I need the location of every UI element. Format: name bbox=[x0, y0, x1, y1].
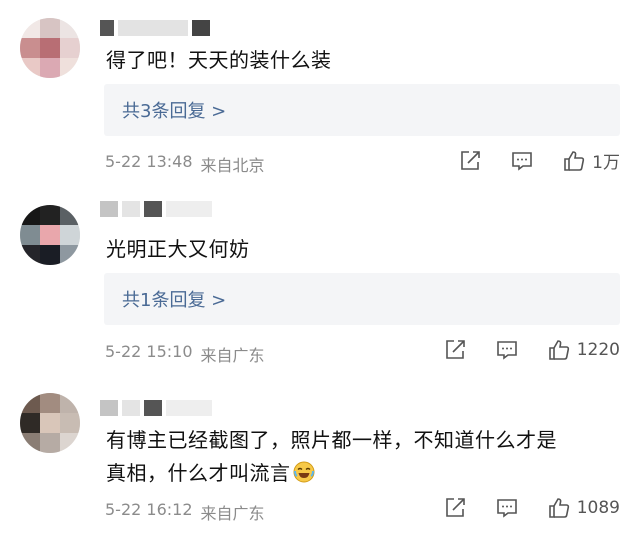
comment-location: 来自广东 bbox=[200, 346, 265, 365]
comment-location: 来自广东 bbox=[200, 504, 265, 523]
view-replies-link[interactable]: 共1条回复 > bbox=[104, 273, 620, 325]
view-replies-link[interactable]: 共3条回复 > bbox=[104, 84, 620, 136]
like-count: 1220 bbox=[576, 340, 620, 360]
share-icon[interactable] bbox=[443, 496, 467, 520]
comment-icon[interactable] bbox=[495, 338, 519, 362]
username[interactable] bbox=[100, 18, 210, 38]
comment-text: 得了吧！天天的装什么装 bbox=[106, 48, 332, 72]
comment-meta: 5-22 15:10 来自广东 bbox=[105, 342, 265, 366]
crying-laughing-emoji-icon bbox=[293, 460, 315, 483]
like-count: 1万 bbox=[592, 153, 620, 173]
avatar[interactable] bbox=[20, 18, 80, 78]
avatar[interactable] bbox=[20, 393, 80, 453]
comment-meta: 5-22 13:48 来自北京 bbox=[105, 152, 265, 176]
comment-date: 5-22 16:12 bbox=[105, 500, 193, 519]
comment-actions: 1万 bbox=[458, 148, 620, 173]
comment-icon[interactable] bbox=[495, 496, 519, 520]
comment-actions: 1089 bbox=[443, 496, 620, 520]
comment-icon[interactable] bbox=[510, 149, 534, 173]
like-button[interactable]: 1089 bbox=[547, 496, 620, 520]
share-icon[interactable] bbox=[458, 149, 482, 173]
comment-date: 5-22 15:10 bbox=[105, 342, 193, 361]
comment-text-line: 真相，什么才叫流言 bbox=[106, 457, 621, 490]
like-button[interactable]: 1万 bbox=[562, 148, 620, 173]
username[interactable] bbox=[100, 398, 212, 418]
comment-meta: 5-22 16:12 来自广东 bbox=[105, 500, 265, 524]
share-icon[interactable] bbox=[443, 338, 467, 362]
like-button[interactable]: 1220 bbox=[547, 338, 620, 362]
comment-text: 有博主已经截图了，照片都一样，不知道什么才是 真相，什么才叫流言 bbox=[106, 424, 621, 490]
avatar[interactable] bbox=[20, 205, 80, 265]
thumbs-up-icon bbox=[547, 496, 571, 520]
thumbs-up-icon bbox=[547, 338, 571, 362]
username[interactable] bbox=[100, 199, 212, 219]
comment-date: 5-22 13:48 bbox=[105, 152, 193, 171]
like-count: 1089 bbox=[576, 498, 620, 518]
thumbs-up-icon bbox=[562, 149, 586, 173]
comment-location: 来自北京 bbox=[200, 156, 265, 175]
comment-text-line: 有博主已经截图了，照片都一样，不知道什么才是 bbox=[106, 428, 557, 452]
comment-text: 光明正大又何妨 bbox=[106, 237, 250, 261]
comment-actions: 1220 bbox=[443, 338, 620, 362]
